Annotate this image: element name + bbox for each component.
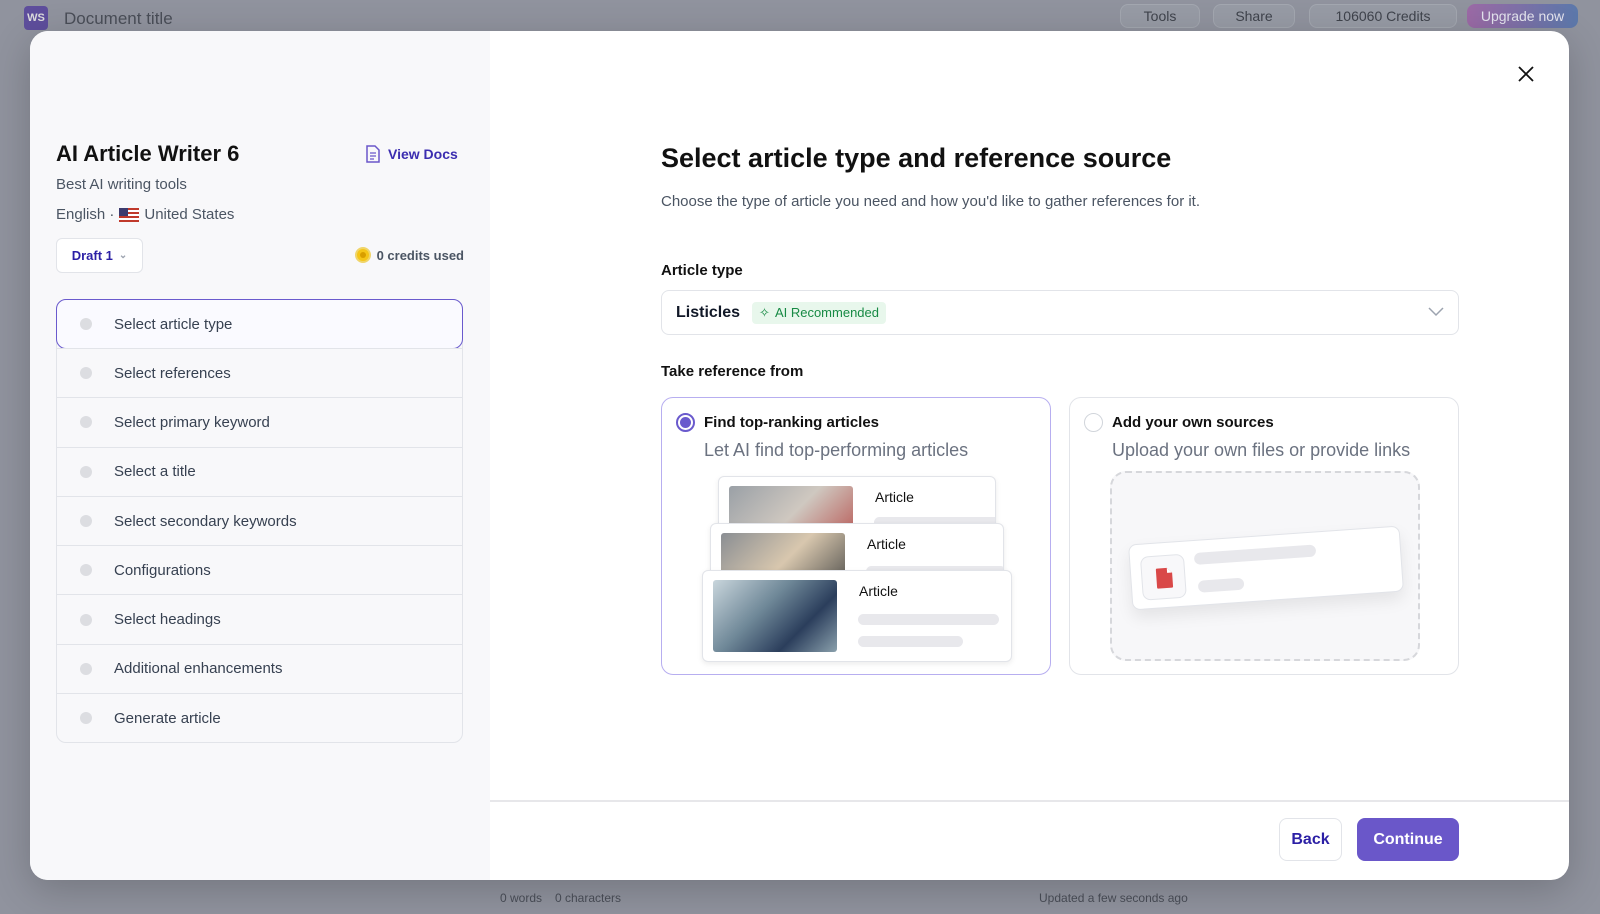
step-status-icon: [80, 613, 92, 626]
country: United States: [144, 206, 235, 223]
article-type-value: Listicles: [676, 303, 741, 321]
upload-dropzone[interactable]: [1110, 471, 1420, 661]
step-additional-enhancements[interactable]: Additional enhancements: [57, 643, 462, 693]
step-select-references[interactable]: Select references: [57, 348, 462, 397]
us-flag-icon: [119, 207, 140, 222]
option-title: Add your own sources: [1112, 414, 1274, 431]
view-docs-label: View Docs: [388, 146, 458, 162]
step-label: Select secondary keywords: [114, 512, 297, 530]
option-subtitle: Let AI find top-performing articles: [704, 440, 969, 460]
draft-label: Draft 1: [71, 248, 113, 263]
locale: English · United States: [56, 206, 234, 223]
step-label: Select references: [114, 364, 231, 382]
option-add-own-sources[interactable]: Add your own sources Upload your own fil…: [1069, 397, 1459, 675]
step-select-primary-keyword[interactable]: Select primary keyword: [57, 397, 462, 446]
modal-content: Select article type and reference source…: [490, 31, 1569, 880]
page-title: Select article type and reference source: [661, 143, 1172, 173]
chevron-down-icon: ⌄: [118, 250, 128, 261]
page-description: Choose the type of article you need and …: [661, 193, 1201, 210]
sparkle-icon: ✧: [759, 304, 770, 320]
step-status-icon: [80, 318, 92, 330]
step-status-icon: [80, 662, 92, 675]
step-select-title[interactable]: Select a title: [57, 446, 462, 496]
steps-list: Select article type Select references Se…: [56, 299, 463, 744]
share-button[interactable]: Share: [1213, 4, 1295, 28]
char-count: 0 characters: [555, 891, 622, 905]
placeholder-bar: [1197, 577, 1245, 593]
placeholder-bar: [858, 636, 963, 647]
option-subtitle: Upload your own files or provide links: [1112, 440, 1411, 460]
step-label: Additional enhancements: [114, 660, 283, 678]
app-logo: WS: [24, 6, 48, 30]
step-status-icon: [80, 564, 92, 577]
language: English ·: [56, 206, 115, 223]
step-status-icon: [80, 367, 92, 380]
file-icon: [1155, 567, 1174, 589]
step-generate-article[interactable]: Generate article: [57, 693, 462, 742]
view-docs-link[interactable]: View Docs: [365, 145, 458, 163]
placeholder-bar: [858, 614, 999, 625]
upgrade-button[interactable]: Upgrade now: [1467, 4, 1578, 28]
article-writer-modal: AI Article Writer 6 View Docs Best AI wr…: [30, 31, 1569, 880]
step-label: Select primary keyword: [114, 413, 270, 431]
step-label: Generate article: [114, 709, 221, 727]
updated-status: Updated a few seconds ago: [1039, 891, 1188, 905]
step-status-icon: [80, 515, 92, 528]
article-label: Article: [859, 583, 898, 599]
tools-button[interactable]: Tools: [1120, 4, 1200, 28]
primary-keyword: Best AI writing tools: [56, 176, 187, 193]
step-select-secondary-keywords[interactable]: Select secondary keywords: [57, 495, 462, 545]
credits-used: 0 credits used: [354, 247, 464, 263]
step-select-headings[interactable]: Select headings: [57, 594, 462, 643]
file-preview-card: [1128, 525, 1404, 611]
footer-divider: [490, 800, 1569, 802]
placeholder-bar: [1193, 544, 1317, 565]
option-title: Find top-ranking articles: [704, 414, 880, 431]
article-label: Article: [875, 489, 914, 505]
step-status-icon: [80, 465, 92, 478]
article-type-select[interactable]: Listicles ✧ AI Recommended: [661, 290, 1459, 335]
back-button[interactable]: Back: [1279, 818, 1342, 861]
article-thumbnail: [713, 580, 837, 652]
article-label: Article: [867, 536, 906, 552]
chevron-down-icon: [1428, 307, 1444, 317]
file-icon-box: [1139, 553, 1187, 601]
close-icon[interactable]: [1517, 65, 1535, 83]
article-preview-card: Article: [702, 570, 1012, 662]
draft-dropdown[interactable]: Draft 1 ⌄: [56, 238, 143, 273]
step-configurations[interactable]: Configurations: [57, 545, 462, 594]
continue-button[interactable]: Continue: [1357, 818, 1459, 861]
credits-button[interactable]: 106060 Credits: [1309, 4, 1457, 28]
radio-unselected[interactable]: [1084, 413, 1103, 432]
option-find-top-ranking[interactable]: Find top-ranking articles Let AI find to…: [661, 397, 1051, 675]
writer-title: AI Article Writer 6: [56, 141, 240, 166]
article-type-label: Article type: [661, 262, 743, 279]
radio-selected[interactable]: [676, 413, 695, 432]
reference-label: Take reference from: [661, 363, 804, 380]
step-status-icon: [80, 712, 92, 725]
credits-used-label: 0 credits used: [376, 247, 464, 263]
modal-sidebar: AI Article Writer 6 View Docs Best AI wr…: [30, 31, 490, 880]
step-label: Select article type: [114, 315, 233, 333]
word-count: 0 words: [500, 891, 543, 905]
step-status-icon: [80, 416, 92, 429]
ai-recommended-badge: ✧ AI Recommended: [752, 301, 886, 324]
document-title[interactable]: Document title: [64, 9, 173, 29]
step-label: Configurations: [114, 561, 211, 579]
coin-icon: [354, 247, 371, 263]
badge-label: AI Recommended: [774, 305, 879, 320]
step-select-article-type[interactable]: Select article type: [56, 299, 463, 349]
step-label: Select headings: [114, 611, 221, 629]
document-icon: [366, 145, 380, 163]
step-label: Select a title: [114, 463, 196, 481]
